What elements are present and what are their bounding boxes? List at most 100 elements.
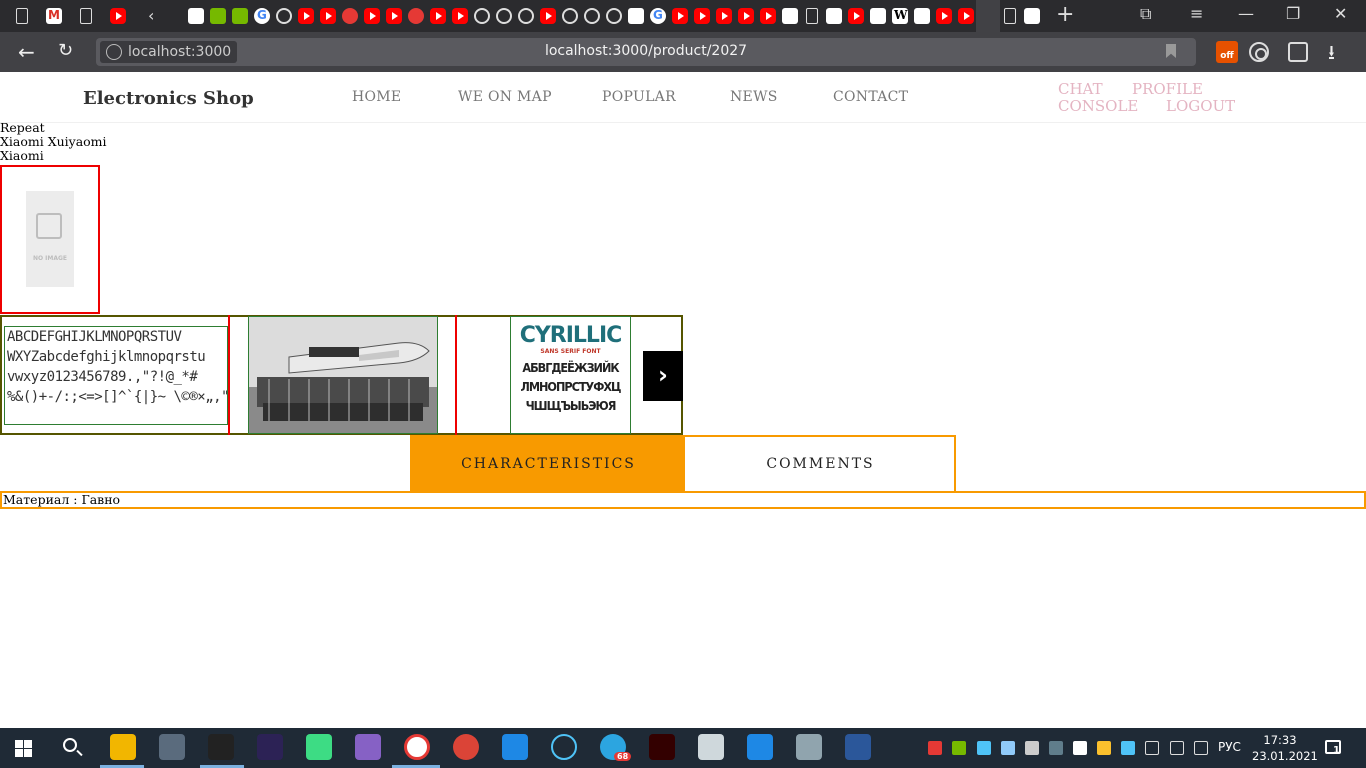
tab-doc-icon[interactable] bbox=[1004, 8, 1016, 24]
profile-link[interactable]: PROFILE bbox=[1132, 80, 1203, 98]
url-field[interactable]: localhost:3000/product/2027 localhost:30… bbox=[96, 38, 1196, 66]
taskbar-explorer-icon[interactable] bbox=[110, 734, 136, 760]
app-tray-icon[interactable] bbox=[1121, 741, 1135, 755]
taskbar-joxi-icon[interactable] bbox=[551, 734, 577, 760]
wifi-icon[interactable] bbox=[1194, 741, 1208, 755]
usb-tray-icon[interactable] bbox=[977, 741, 991, 755]
mic-icon[interactable] bbox=[1025, 741, 1039, 755]
active-tab[interactable] bbox=[976, 0, 1000, 32]
tab-youtube-icon[interactable] bbox=[848, 8, 864, 24]
tab-github-icon[interactable] bbox=[562, 8, 578, 24]
tab-youtube-icon[interactable] bbox=[452, 8, 468, 24]
taskbar-chrome-icon[interactable] bbox=[453, 734, 479, 760]
taskbar-word-icon[interactable] bbox=[845, 734, 871, 760]
translate-icon[interactable] bbox=[1288, 42, 1308, 62]
tab-gmail-icon[interactable] bbox=[46, 8, 62, 24]
nav-we-on-map[interactable]: WE ON MAP bbox=[458, 89, 552, 105]
restore-icon[interactable]: ❐ bbox=[1286, 4, 1300, 23]
tab-youtube-icon[interactable] bbox=[540, 8, 556, 24]
carousel-slide-rocket[interactable] bbox=[230, 315, 457, 435]
tab-github-icon[interactable] bbox=[474, 8, 490, 24]
taskbar-vscode-icon[interactable] bbox=[502, 734, 528, 760]
tab-youtube-icon[interactable] bbox=[760, 8, 776, 24]
extension-ring-icon[interactable] bbox=[1249, 42, 1269, 62]
nvidia-tray-icon[interactable] bbox=[952, 741, 966, 755]
tab-ao3-icon[interactable] bbox=[628, 8, 644, 24]
tab-github-icon[interactable] bbox=[584, 8, 600, 24]
url-text[interactable]: localhost:3000/product/2027 bbox=[96, 43, 1196, 59]
tab-edge-icon[interactable] bbox=[1024, 8, 1040, 24]
norton-icon[interactable] bbox=[1097, 741, 1111, 755]
taskbar-upload-icon[interactable] bbox=[747, 734, 773, 760]
tab-ao3-icon[interactable] bbox=[914, 8, 930, 24]
nav-popular[interactable]: POPULAR bbox=[602, 89, 676, 105]
tab-readme-icon[interactable] bbox=[188, 8, 204, 24]
tab-youtube-icon[interactable] bbox=[716, 8, 732, 24]
tab-github-icon[interactable] bbox=[518, 8, 534, 24]
battery-icon[interactable] bbox=[1170, 741, 1184, 755]
console-link[interactable]: CONSOLE bbox=[1058, 97, 1138, 115]
tab-youtube-icon[interactable] bbox=[320, 8, 336, 24]
volume-icon[interactable] bbox=[1145, 741, 1159, 755]
tab-youtube-icon[interactable] bbox=[672, 8, 688, 24]
tab-youtube-icon[interactable] bbox=[430, 8, 446, 24]
tab-doc-icon[interactable] bbox=[806, 8, 818, 24]
tab-doc-icon[interactable] bbox=[80, 8, 92, 24]
start-icon[interactable] bbox=[15, 740, 32, 757]
network-drive-icon[interactable] bbox=[1001, 741, 1015, 755]
language-indicator[interactable]: РУС bbox=[1218, 740, 1241, 754]
tab-youtube-icon[interactable] bbox=[298, 8, 314, 24]
tab-vivaldi-icon[interactable] bbox=[408, 8, 424, 24]
taskbar-android-studio-icon[interactable] bbox=[306, 734, 332, 760]
nav-home[interactable]: HOME bbox=[352, 89, 401, 105]
clock[interactable]: 17:33 23.01.2021 bbox=[1252, 732, 1318, 764]
minimize-icon[interactable]: — bbox=[1238, 4, 1254, 23]
tab-github-icon[interactable] bbox=[606, 8, 622, 24]
carousel-slide-font-latin[interactable]: ABCDEFGHIJKLMNOPQRSTUV WXYZabcdefghijklm… bbox=[2, 315, 230, 435]
tab-google-icon[interactable] bbox=[650, 8, 666, 24]
carousel-next-icon[interactable]: › bbox=[643, 351, 683, 401]
taskbar-yandex-browser-icon[interactable] bbox=[404, 734, 430, 760]
taskbar-eclipse-icon[interactable] bbox=[257, 734, 283, 760]
tab-nvidia-icon[interactable] bbox=[232, 8, 248, 24]
search-icon[interactable] bbox=[63, 738, 77, 752]
menu-icon[interactable]: ≡ bbox=[1190, 4, 1203, 23]
tab-scroll-back-icon[interactable]: ‹ bbox=[148, 6, 154, 25]
tab-youtube-icon[interactable] bbox=[364, 8, 380, 24]
tab-wikipedia-icon[interactable] bbox=[892, 8, 908, 24]
tab-doc-icon[interactable] bbox=[16, 8, 28, 24]
reload-icon[interactable]: ↻ bbox=[58, 40, 73, 61]
back-icon[interactable]: ← bbox=[18, 40, 35, 64]
chrome-tray-icon[interactable] bbox=[928, 741, 942, 755]
tab-youtube-icon[interactable] bbox=[386, 8, 402, 24]
extension-off-icon[interactable]: off bbox=[1216, 41, 1238, 63]
taskbar-calculator-icon[interactable] bbox=[159, 734, 185, 760]
download-icon[interactable]: ⭳ bbox=[1328, 38, 1335, 72]
taskbar-excel-icon[interactable] bbox=[698, 734, 724, 760]
tab-youtube-icon[interactable] bbox=[694, 8, 710, 24]
brand-logo[interactable]: Electronics Shop bbox=[83, 88, 254, 109]
tab-youtube-icon[interactable] bbox=[958, 8, 974, 24]
taskbar-illustrator-icon[interactable] bbox=[649, 734, 675, 760]
tab-github-icon[interactable] bbox=[276, 8, 292, 24]
new-tab-button[interactable]: + bbox=[1056, 2, 1074, 27]
logout-link[interactable]: LOGOUT bbox=[1166, 97, 1235, 115]
site-chip[interactable]: localhost:3000 bbox=[100, 41, 238, 63]
taskbar-visual-studio-icon[interactable] bbox=[355, 734, 381, 760]
tab-nvidia-icon[interactable] bbox=[210, 8, 226, 24]
tab-quora-icon[interactable] bbox=[870, 8, 886, 24]
taskbar-photos-icon[interactable] bbox=[796, 734, 822, 760]
nav-news[interactable]: NEWS bbox=[730, 89, 778, 105]
nav-contact[interactable]: CONTACT bbox=[833, 89, 908, 105]
tab-youtube-icon[interactable] bbox=[110, 8, 126, 24]
tab-comments[interactable]: COMMENTS bbox=[685, 437, 956, 493]
collections-icon[interactable]: ⧉ bbox=[1140, 4, 1151, 24]
tab-leaf-icon[interactable] bbox=[782, 8, 798, 24]
product-main-image[interactable]: NO IMAGE bbox=[0, 165, 100, 314]
tab-google-icon[interactable] bbox=[254, 8, 270, 24]
tab-ao3-icon[interactable] bbox=[826, 8, 842, 24]
tab-target-icon[interactable] bbox=[342, 8, 358, 24]
taskbar-instruments-icon[interactable] bbox=[208, 734, 234, 760]
chat-link[interactable]: CHAT bbox=[1058, 80, 1103, 98]
display-icon[interactable] bbox=[1049, 741, 1063, 755]
